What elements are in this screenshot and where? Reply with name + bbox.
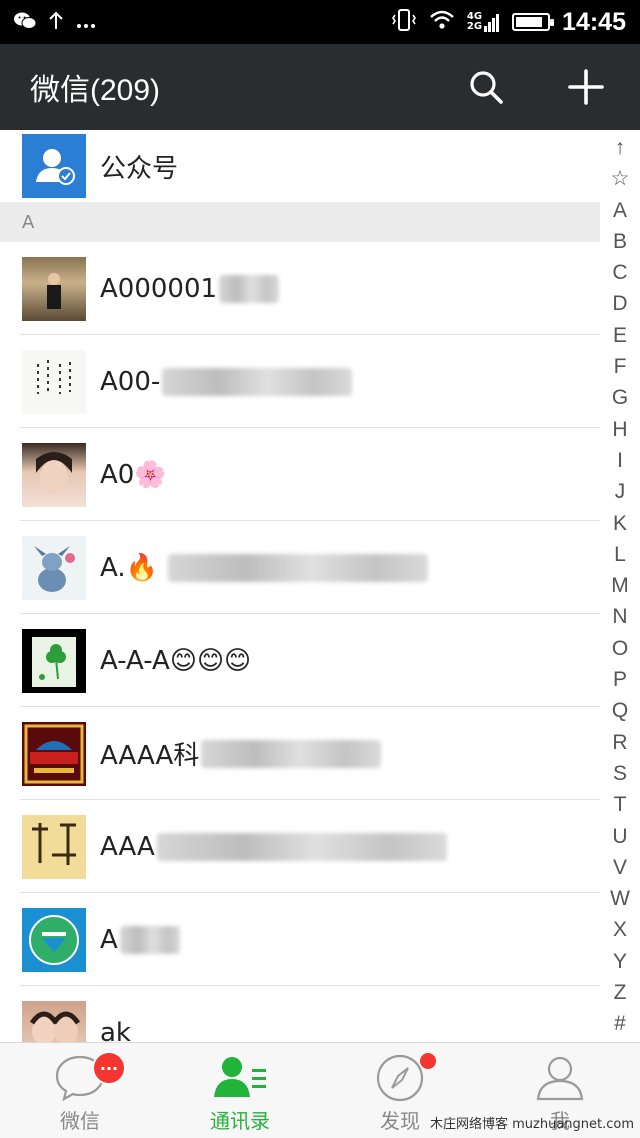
index-letter[interactable]: O xyxy=(600,633,640,664)
contact-name: A00- xyxy=(100,366,161,397)
alphabet-index[interactable]: ↑ ☆ A B C D E F G H I J K L M N O P Q R S T U V W X Y Z # xyxy=(600,130,640,1042)
list-item[interactable]: A00- xyxy=(0,335,600,428)
list-item[interactable]: ak xyxy=(0,986,600,1042)
upload-arrow-icon xyxy=(48,11,64,34)
index-letter[interactable]: Q xyxy=(600,695,640,726)
avatar xyxy=(22,1000,86,1042)
avatar xyxy=(22,628,86,693)
watermark: 木庄网络博客 muzhuangnet.com xyxy=(429,1117,634,1132)
add-button[interactable] xyxy=(562,63,610,111)
official-accounts-item[interactable]: 公众号 xyxy=(0,130,600,202)
page-title: 微信(209) xyxy=(30,74,161,107)
avatar xyxy=(22,349,86,414)
index-letter[interactable]: T xyxy=(600,789,640,820)
signal-icon xyxy=(484,14,500,32)
index-letter[interactable]: V xyxy=(600,852,640,883)
index-letter[interactable]: R xyxy=(600,727,640,758)
index-letter[interactable]: E xyxy=(600,320,640,351)
tab-contacts[interactable]: 通讯录 xyxy=(160,1043,320,1138)
index-letter[interactable]: Z xyxy=(600,977,640,1008)
unread-badge: ··· xyxy=(92,1051,126,1085)
index-letter[interactable]: I xyxy=(600,445,640,476)
battery-icon xyxy=(512,13,555,31)
index-letter[interactable]: G xyxy=(600,382,640,413)
list-item[interactable]: A000001 xyxy=(0,242,600,335)
contact-name: ak xyxy=(100,1017,131,1043)
app-header: 微信(209) xyxy=(0,44,640,130)
avatar xyxy=(22,814,86,879)
contact-name: A000001 xyxy=(100,273,218,304)
network-type: 4G 2G xyxy=(467,12,500,32)
notification-dot xyxy=(420,1053,436,1069)
contact-name: A-A-A😊😊😊 xyxy=(100,645,252,676)
index-letter[interactable]: B xyxy=(600,226,640,257)
add-icon xyxy=(568,69,604,105)
index-letter[interactable]: X xyxy=(600,914,640,945)
index-letter[interactable]: N xyxy=(600,601,640,632)
list-item[interactable]: A-A-A😊😊😊 xyxy=(0,614,600,707)
wifi-icon xyxy=(429,10,455,34)
compass-icon xyxy=(376,1054,424,1102)
avatar xyxy=(22,442,86,507)
vibrate-icon xyxy=(391,9,417,35)
index-letter[interactable]: K xyxy=(600,508,640,539)
index-letter[interactable]: U xyxy=(600,821,640,852)
list-item[interactable]: A.🔥 xyxy=(0,521,600,614)
avatar xyxy=(22,535,86,600)
index-letter[interactable]: ☆ xyxy=(600,163,640,194)
contact-name: AAAA科 xyxy=(100,741,200,771)
contact-name: A xyxy=(100,924,118,955)
avatar xyxy=(22,907,86,972)
search-icon xyxy=(470,71,503,104)
contact-name: A.🔥 xyxy=(100,552,158,583)
list-item[interactable]: A0🌸 xyxy=(0,428,600,521)
index-letter[interactable]: F xyxy=(600,351,640,382)
official-accounts-icon xyxy=(22,134,86,198)
list-item[interactable]: AAA xyxy=(0,800,600,893)
avatar xyxy=(22,721,86,786)
search-button[interactable] xyxy=(462,63,510,111)
more-dots-icon xyxy=(76,12,96,32)
avatar xyxy=(22,256,86,321)
index-letter[interactable]: W xyxy=(600,883,640,914)
list-item[interactable]: AAAA科 xyxy=(0,707,600,800)
wechat-icon xyxy=(14,11,37,34)
index-letter[interactable]: P xyxy=(600,664,640,695)
contact-name: AAA xyxy=(100,831,155,862)
index-letter[interactable]: ↑ xyxy=(600,132,640,163)
person-icon xyxy=(536,1056,584,1101)
bottom-tab-bar: ··· 微信 通讯录 发现 我 木庄网络博客 muzhuangnet.com xyxy=(0,1042,640,1138)
contact-list[interactable]: 公众号 A A000001 A00- A0🌸 A.🔥 A-A-A😊� xyxy=(0,130,600,1042)
index-letter[interactable]: C xyxy=(600,257,640,288)
list-item-label: 公众号 xyxy=(100,153,179,184)
index-letter[interactable]: H xyxy=(600,414,640,445)
index-letter[interactable]: L xyxy=(600,539,640,570)
section-header: A xyxy=(0,202,600,242)
index-letter[interactable]: M xyxy=(600,570,640,601)
status-bar: 4G 2G 14:45 xyxy=(0,0,640,44)
index-letter[interactable]: J xyxy=(600,476,640,507)
index-letter[interactable]: D xyxy=(600,288,640,319)
clock: 14:45 xyxy=(562,7,626,36)
index-letter[interactable]: Y xyxy=(600,946,640,977)
index-letter[interactable]: S xyxy=(600,758,640,789)
tab-chats[interactable]: ··· 微信 xyxy=(0,1043,160,1138)
contact-name: A0🌸 xyxy=(100,459,167,490)
contacts-icon xyxy=(214,1057,266,1097)
index-letter[interactable]: # xyxy=(600,1008,640,1039)
list-item[interactable]: A xyxy=(0,893,600,986)
index-letter[interactable]: A xyxy=(600,195,640,226)
